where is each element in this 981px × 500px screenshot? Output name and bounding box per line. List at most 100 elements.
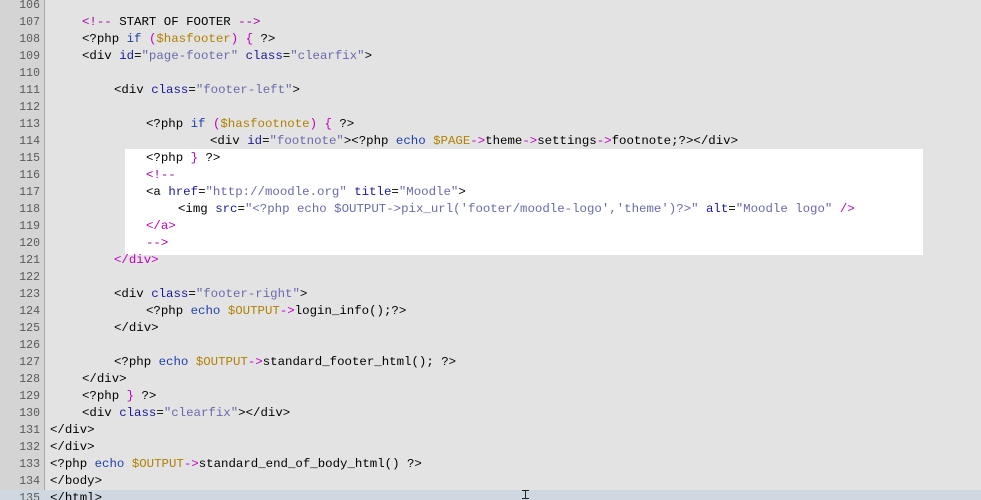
code-token: footnote;?> bbox=[611, 134, 694, 148]
code-text[interactable]: <img src="<?php echo $OUTPUT->pix_url('f… bbox=[178, 201, 855, 218]
code-token: } bbox=[126, 389, 135, 403]
code-token: if bbox=[190, 117, 206, 131]
code-text[interactable]: <a href="http://moodle.org" title="Moodl… bbox=[146, 184, 466, 201]
code-line[interactable]: 124 <?php echo $OUTPUT->login_info();?> bbox=[0, 303, 981, 320]
line-number: 122 bbox=[19, 271, 40, 284]
code-line[interactable]: 115 <?php } ?> bbox=[0, 150, 981, 167]
code-line[interactable]: 129 <?php } ?> bbox=[0, 388, 981, 405]
code-line[interactable]: 120 --> bbox=[0, 235, 981, 252]
code-text[interactable]: <!-- bbox=[146, 167, 176, 184]
code-line[interactable]: 132 </div> bbox=[0, 439, 981, 456]
code-editor[interactable]: 106 107 <!-- START OF FOOTER --> 108 <?php i… bbox=[0, 0, 981, 500]
code-token: <?php bbox=[351, 134, 396, 148]
code-line[interactable]: 106 bbox=[0, 0, 981, 14]
code-line[interactable]: 123 <div class="footer-right"> bbox=[0, 286, 981, 303]
code-token: <?php bbox=[82, 32, 127, 46]
code-text[interactable]: <?php } ?> bbox=[146, 150, 220, 167]
code-token: "<?php echo $OUTPUT->pix_url('footer/moo… bbox=[244, 202, 699, 216]
code-token: > bbox=[364, 49, 373, 63]
code-line[interactable]: 108 <?php if ($hasfooter) { ?> bbox=[0, 31, 981, 48]
code-token: ?> bbox=[253, 32, 276, 46]
line-number: 107 bbox=[19, 16, 40, 29]
code-text[interactable]: </div> bbox=[82, 371, 127, 388]
code-lines[interactable]: 106 107 <!-- START OF FOOTER --> 108 <?php i… bbox=[0, 0, 981, 500]
code-text[interactable]: </div> bbox=[50, 439, 95, 456]
code-token: </div> bbox=[114, 253, 159, 267]
line-number: 125 bbox=[19, 322, 40, 335]
code-token: "Moodle logo" bbox=[735, 202, 833, 216]
code-line[interactable]: 128 </div> bbox=[0, 371, 981, 388]
code-line[interactable]: 109 <div id="page-footer" class="clearfix… bbox=[0, 48, 981, 65]
code-token: $hasfootnote bbox=[220, 117, 310, 131]
code-line[interactable]: 133 <?php echo $OUTPUT->standard_end_of_b… bbox=[0, 456, 981, 473]
code-token: <div bbox=[210, 134, 248, 148]
code-line[interactable]: 116 <!-- bbox=[0, 167, 981, 184]
code-text[interactable]: <div id="footnote"><?php echo $PAGE->the… bbox=[210, 133, 738, 150]
code-line[interactable]: 127 <?php echo $OUTPUT->standard_footer_h… bbox=[0, 354, 981, 371]
code-text[interactable]: <div class="clearfix"></div> bbox=[82, 405, 290, 422]
code-text[interactable]: <?php echo $OUTPUT->standard_footer_html… bbox=[114, 354, 456, 371]
code-line[interactable]: 107 <!-- START OF FOOTER --> bbox=[0, 14, 981, 31]
code-text[interactable]: </div> bbox=[114, 252, 159, 269]
line-number: 109 bbox=[19, 50, 40, 63]
code-text[interactable]: </a> bbox=[146, 218, 176, 235]
code-line[interactable]: 111 <div class="footer-left"> bbox=[0, 82, 981, 99]
code-line[interactable]: 113 <?php if ($hasfootnote) { ?> bbox=[0, 116, 981, 133]
code-token: </div> bbox=[50, 440, 95, 454]
code-line[interactable]: 121 </div> bbox=[0, 252, 981, 269]
code-line[interactable]: 130 <div class="clearfix"></div> bbox=[0, 405, 981, 422]
code-text[interactable]: <?php echo $OUTPUT->standard_end_of_body… bbox=[50, 456, 422, 473]
code-token: </a> bbox=[146, 219, 176, 233]
line-number: 129 bbox=[19, 390, 40, 403]
code-text[interactable]: </html> bbox=[50, 490, 102, 500]
code-text[interactable]: </div> bbox=[50, 422, 95, 439]
line-number: 117 bbox=[19, 186, 40, 199]
code-token: { bbox=[324, 117, 332, 131]
code-token: "http://moodle.org" bbox=[205, 185, 347, 199]
code-token: id bbox=[119, 49, 135, 63]
code-token: </body> bbox=[50, 474, 103, 488]
code-line[interactable]: 119 </a> bbox=[0, 218, 981, 235]
code-token: = bbox=[188, 287, 196, 301]
code-text[interactable]: <?php } ?> bbox=[82, 388, 156, 405]
code-token: <div bbox=[82, 49, 120, 63]
code-token: <a bbox=[146, 185, 169, 199]
code-text[interactable]: </body> bbox=[50, 473, 102, 490]
line-number: 124 bbox=[19, 305, 40, 318]
code-text[interactable]: <div class="footer-left"> bbox=[114, 82, 300, 99]
code-text[interactable]: <?php if ($hasfooter) { ?> bbox=[82, 31, 275, 48]
code-line[interactable]: 118 <img src="<?php echo $OUTPUT->pix_url… bbox=[0, 201, 981, 218]
code-text[interactable]: </div> bbox=[114, 320, 159, 337]
code-text[interactable]: <!-- START OF FOOTER --> bbox=[82, 14, 260, 31]
code-line[interactable]: 125 </div> bbox=[0, 320, 981, 337]
code-text[interactable]: <div class="footer-right"> bbox=[114, 286, 307, 303]
line-number: 127 bbox=[19, 356, 40, 369]
code-line[interactable]: 117 <a href="http://moodle.org" title="Mo… bbox=[0, 184, 981, 201]
code-text[interactable]: <div id="page-footer" class="clearfix"> bbox=[82, 48, 372, 65]
code-line[interactable]: 135 </html> bbox=[0, 490, 981, 500]
code-token: class bbox=[245, 49, 283, 63]
code-text[interactable]: <?php echo $OUTPUT->login_info();?> bbox=[146, 303, 406, 320]
code-token: $OUTPUT bbox=[227, 304, 280, 318]
code-token: <?php bbox=[50, 457, 95, 471]
code-text[interactable]: <?php if ($hasfootnote) { ?> bbox=[146, 116, 354, 133]
code-line[interactable]: 122 bbox=[0, 269, 981, 286]
code-token: </div> bbox=[114, 321, 159, 335]
code-token: <img bbox=[178, 202, 216, 216]
code-token: > bbox=[458, 185, 466, 199]
code-token: class bbox=[119, 406, 157, 420]
line-number: 114 bbox=[19, 135, 40, 148]
line-number: 119 bbox=[19, 220, 40, 233]
code-line[interactable]: 134 </body> bbox=[0, 473, 981, 490]
code-line[interactable]: 114 <div id="footnote"><?php echo $PAGE->… bbox=[0, 133, 981, 150]
code-line[interactable]: 126 bbox=[0, 337, 981, 354]
code-line[interactable]: 131 </div> bbox=[0, 422, 981, 439]
code-text[interactable]: --> bbox=[146, 235, 168, 252]
code-line[interactable]: 112 bbox=[0, 99, 981, 116]
code-token: src bbox=[215, 202, 238, 216]
code-line[interactable]: 110 bbox=[0, 65, 981, 82]
line-number: 118 bbox=[19, 203, 40, 216]
